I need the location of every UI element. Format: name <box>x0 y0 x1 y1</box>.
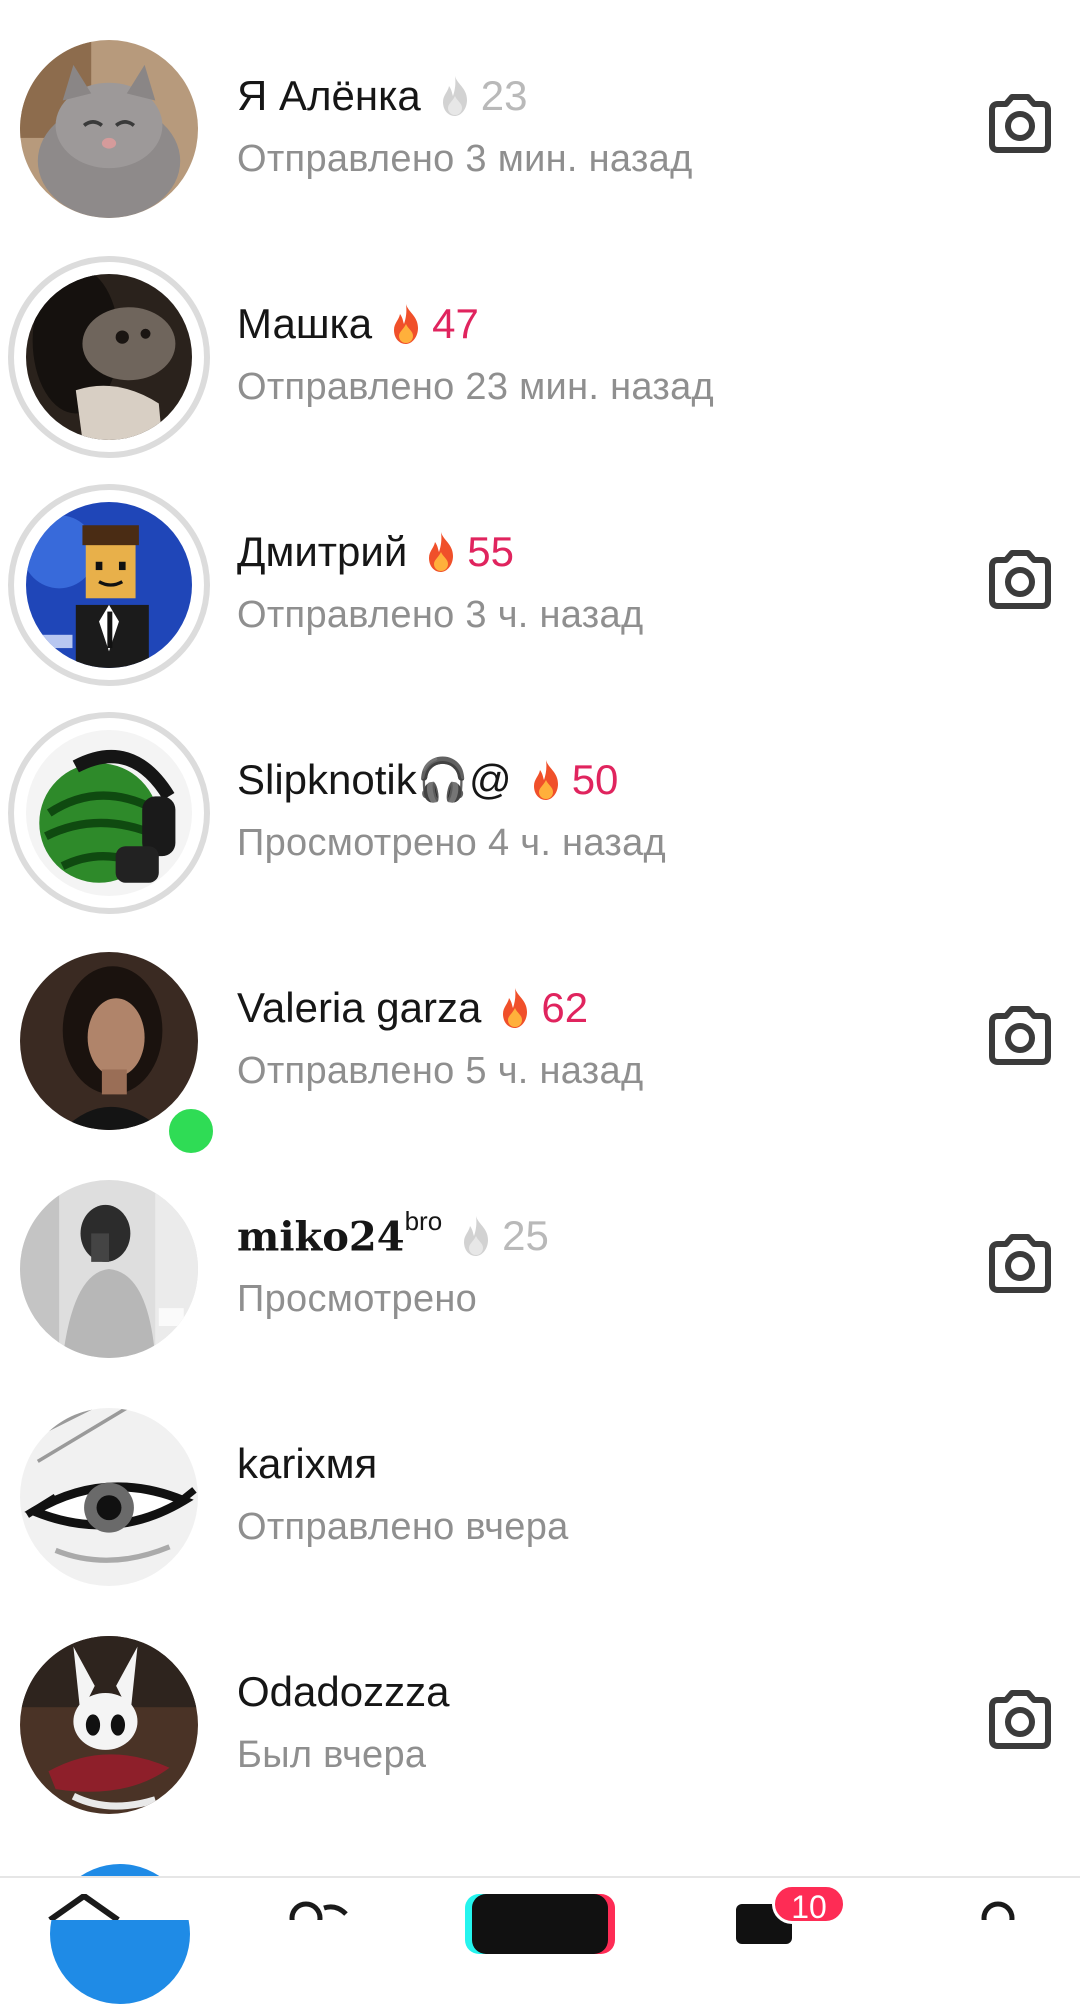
name-line: Slipknotik🎧@ 50 <box>237 752 618 808</box>
chat-row[interactable]: Дмитрий 55 Отправлено 3 ч. назад <box>0 456 1080 686</box>
camera-icon[interactable] <box>984 1004 1056 1068</box>
name-line: Дмитрий 55 <box>237 524 514 580</box>
story-ring[interactable] <box>8 484 210 686</box>
name-line: karixмя <box>237 1436 377 1492</box>
contact-name: Я Алёнка <box>237 72 421 119</box>
avatar <box>26 502 192 668</box>
avatar-container[interactable] <box>20 40 198 218</box>
streak-badge: 50 <box>526 756 619 804</box>
chat-row[interactable]: Slipknotik🎧@ 50 Просмотрено 4 ч. назад <box>0 684 1080 914</box>
camera-icon[interactable] <box>984 1688 1056 1752</box>
chat-status: Отправлено 5 ч. назад <box>237 1050 644 1092</box>
avatar-container[interactable] <box>20 952 220 1160</box>
streak-count: 62 <box>541 984 589 1031</box>
avatar-container[interactable] <box>20 1180 198 1358</box>
story-ring[interactable] <box>8 712 210 914</box>
chat-row[interactable]: Odadozzza Был вчера <box>0 1596 1080 1824</box>
avatar <box>20 1180 198 1358</box>
avatar <box>26 730 192 896</box>
chat-row[interactable]: Машка 47 Отправлено 23 мин. назад <box>0 228 1080 458</box>
name-line: Odadozzza <box>237 1664 449 1720</box>
streak-badge: 25 <box>456 1212 549 1260</box>
contact-name: miko24bro <box>237 1206 442 1261</box>
chat-status: Отправлено 23 мин. назад <box>237 366 715 408</box>
contact-name-superscript: bro <box>404 1205 443 1236</box>
name-line: Valeria garza 62 <box>237 980 588 1036</box>
chat-status: Отправлено 3 ч. назад <box>237 594 644 636</box>
streak-count: 47 <box>432 300 479 347</box>
streak-badge: 55 <box>421 528 514 576</box>
name-line: miko24bro 25 <box>237 1206 549 1264</box>
chat-status: Отправлено вчера <box>237 1506 569 1548</box>
flame-icon <box>464 1216 489 1256</box>
streak-count: 25 <box>502 1212 549 1259</box>
flame-icon <box>533 760 558 800</box>
contact-name: Машка <box>237 300 373 347</box>
streak-badge: 23 <box>435 72 528 120</box>
contact-name: karixмя <box>237 1440 378 1487</box>
chat-row[interactable]: miko24bro 25 Просмотрено <box>0 1140 1080 1368</box>
contact-name: Odadozzza <box>237 1668 450 1715</box>
chat-status: Просмотрено <box>237 1278 478 1320</box>
create-button[interactable] <box>472 1894 608 1954</box>
contact-name: Slipknotik🎧@ <box>237 755 512 803</box>
streak-count: 23 <box>480 72 528 119</box>
avatar <box>20 1636 198 1814</box>
streak-badge: 47 <box>386 300 479 348</box>
camera-icon[interactable] <box>984 92 1056 156</box>
home-icon[interactable] <box>44 1894 124 1920</box>
name-line: Я Алёнка 23 <box>237 68 527 124</box>
contact-name: Дмитрий <box>237 528 408 575</box>
friends-icon[interactable] <box>276 1900 356 1920</box>
avatar-container[interactable] <box>20 1636 198 1814</box>
inbox-badge: 10 <box>772 1884 846 1925</box>
avatar-container[interactable] <box>20 1408 198 1586</box>
contact-name: Valeria garza <box>237 984 482 1031</box>
avatar <box>20 40 198 218</box>
flame-icon <box>503 988 528 1028</box>
avatar <box>20 952 198 1130</box>
flame-icon <box>442 76 467 116</box>
profile-icon[interactable] <box>968 1900 1028 1920</box>
avatar <box>20 1408 198 1586</box>
chat-status: Просмотрено 4 ч. назад <box>237 822 666 864</box>
flame-icon <box>429 532 454 572</box>
contact-name-text: miko24 <box>237 1213 405 1261</box>
camera-icon[interactable] <box>984 1232 1056 1296</box>
story-ring[interactable] <box>8 256 210 458</box>
streak-badge: 62 <box>495 984 588 1032</box>
streak-count: 50 <box>571 756 619 803</box>
camera-icon[interactable] <box>984 548 1056 612</box>
chat-row[interactable]: Valeria garza 62 Отправлено 5 ч. назад <box>0 912 1080 1160</box>
avatar <box>26 274 192 440</box>
flame-icon <box>394 304 419 344</box>
chat-status: Отправлено 3 мин. назад <box>237 138 693 180</box>
name-line: Машка 47 <box>237 296 479 352</box>
chat-status: Был вчера <box>237 1734 427 1776</box>
streak-count: 55 <box>467 528 515 575</box>
chat-row[interactable]: karixмя Отправлено вчера <box>0 1368 1080 1596</box>
chat-row[interactable]: Я Алёнка 23 Отправлено 3 мин. назад <box>0 0 1080 228</box>
